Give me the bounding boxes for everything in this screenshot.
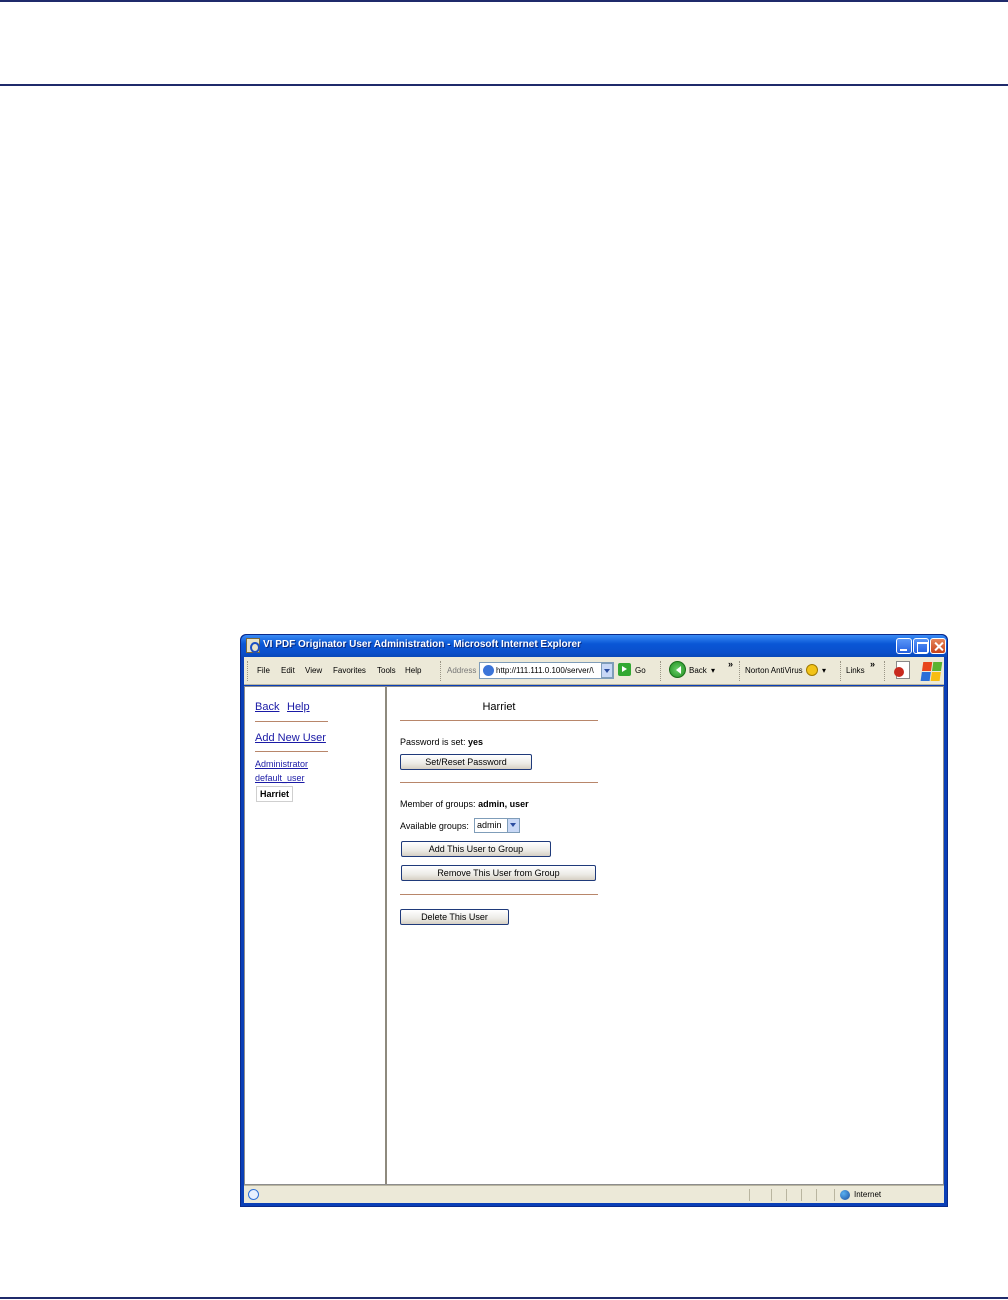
toolbar-grip[interactable]: [660, 661, 662, 681]
toolbar-chevron[interactable]: »: [728, 659, 733, 669]
status-divider: [801, 1189, 802, 1201]
add-new-user-link[interactable]: Add New User: [255, 732, 326, 744]
toolbar-grip[interactable]: [840, 661, 842, 681]
address-input[interactable]: http://111.111.0.100/server/\: [479, 662, 614, 679]
ie-app-icon: [246, 638, 260, 653]
user-detail-panel: Harriet Password is set: yes Set/Reset P…: [400, 687, 940, 1184]
address-dropdown-icon[interactable]: [601, 663, 613, 678]
sidebar-divider: [255, 721, 328, 722]
window-title: VI PDF Originator User Administration - …: [263, 639, 582, 650]
window-titlebar[interactable]: VI PDF Originator User Administration - …: [241, 635, 947, 657]
page-header-rule: [0, 84, 1008, 86]
toolbar-grip[interactable]: [884, 661, 886, 681]
back-button[interactable]: Back: [689, 666, 707, 675]
norton-icon[interactable]: [806, 664, 818, 676]
section-divider: [400, 894, 598, 895]
password-value: yes: [468, 737, 484, 747]
menu-view[interactable]: View: [305, 666, 322, 675]
status-divider: [771, 1189, 772, 1201]
page-icon: [483, 665, 494, 676]
groups-label: Member of groups:: [400, 799, 476, 809]
back-dropdown-icon[interactable]: ▾: [711, 666, 715, 675]
toolbar-grip[interactable]: [739, 661, 741, 681]
page-footer-rule: [0, 1297, 1008, 1299]
groups-value: admin, user: [478, 799, 529, 809]
group-membership: Member of groups: admin, user: [400, 799, 529, 809]
page-top-rule: [0, 0, 1008, 2]
status-divider: [834, 1189, 835, 1201]
user-link-administrator[interactable]: Administrator: [255, 759, 308, 769]
security-zone: Internet: [854, 1190, 882, 1199]
links-button[interactable]: Links: [846, 666, 865, 675]
address-label: Address: [447, 666, 477, 675]
browser-window: VI PDF Originator User Administration - …: [240, 634, 948, 1207]
maximize-button[interactable]: [913, 638, 929, 654]
back-link[interactable]: Back: [255, 701, 279, 713]
menu-help[interactable]: Help: [405, 666, 421, 675]
password-status: Password is set: yes: [400, 737, 483, 747]
minimize-button[interactable]: [896, 638, 912, 654]
menu-favorites[interactable]: Favorites: [333, 666, 366, 675]
page-content: Back Help Add New User Administrator def…: [244, 686, 944, 1185]
go-arrow-icon[interactable]: [618, 663, 631, 676]
go-button[interactable]: Go: [635, 666, 646, 675]
password-label: Password is set:: [400, 737, 466, 747]
menu-tools[interactable]: Tools: [377, 666, 396, 675]
toolbar-grip[interactable]: [247, 661, 249, 681]
menu-file[interactable]: File: [257, 666, 270, 675]
status-divider: [816, 1189, 817, 1201]
chevron-down-icon[interactable]: [507, 819, 519, 832]
globe-icon: [840, 1190, 850, 1200]
links-chevron[interactable]: »: [870, 659, 875, 669]
current-user-label: Harriet: [256, 786, 294, 802]
sidebar-divider: [255, 751, 328, 752]
delete-user-button[interactable]: Delete This User: [400, 909, 509, 925]
norton-dropdown-icon[interactable]: ▾: [822, 666, 826, 675]
close-button[interactable]: [930, 638, 946, 654]
page-status-icon: [248, 1189, 259, 1200]
section-divider: [400, 782, 598, 783]
help-link[interactable]: Help: [287, 701, 310, 713]
user-title: Harriet: [482, 701, 516, 713]
set-reset-password-button[interactable]: Set/Reset Password: [400, 754, 532, 770]
available-groups-selected: admin: [477, 820, 502, 830]
menu-edit[interactable]: Edit: [281, 666, 295, 675]
browser-toolbar: File Edit View Favorites Tools Help Addr…: [244, 657, 944, 685]
windows-logo-icon: [918, 660, 943, 682]
address-value: http://111.111.0.100/server/\: [496, 666, 594, 675]
available-groups-select[interactable]: admin: [474, 818, 520, 833]
add-user-to-group-button[interactable]: Add This User to Group: [401, 841, 551, 857]
toolbar-grip[interactable]: [440, 661, 442, 681]
back-arrow-icon[interactable]: [669, 661, 686, 678]
section-divider: [400, 720, 598, 721]
pdf-icon[interactable]: [894, 661, 912, 681]
sidebar-frame: Back Help Add New User Administrator def…: [245, 687, 387, 1184]
remove-user-from-group-button[interactable]: Remove This User from Group: [401, 865, 596, 881]
available-groups-label: Available groups:: [400, 821, 469, 831]
status-bar: Internet: [244, 1185, 944, 1203]
norton-antivirus-button[interactable]: Norton AntiVirus: [745, 666, 803, 675]
status-divider: [749, 1189, 750, 1201]
status-divider: [786, 1189, 787, 1201]
user-link-default-user[interactable]: default_user: [255, 773, 305, 783]
